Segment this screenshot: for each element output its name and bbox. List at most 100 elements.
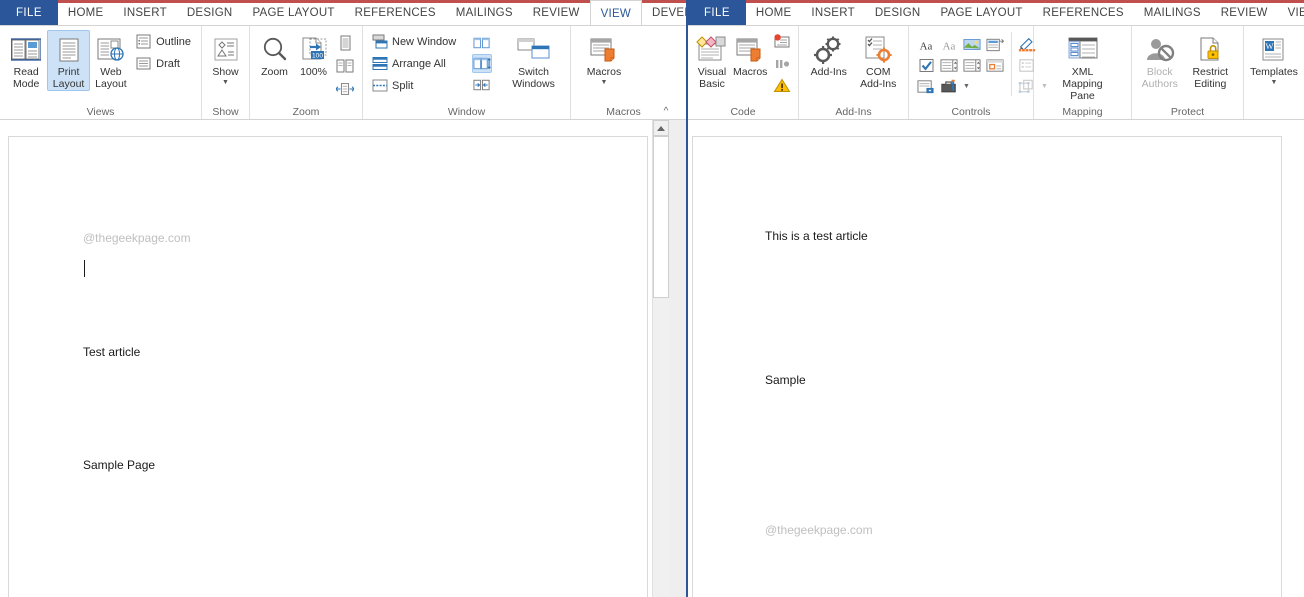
macros-button[interactable]: Macros bbox=[731, 30, 769, 79]
combo-box-content-control-icon[interactable] bbox=[939, 56, 959, 75]
tab-insert[interactable]: INSERT bbox=[113, 0, 176, 25]
legacy-tools-icon[interactable] bbox=[939, 77, 959, 96]
pause-recording-icon[interactable] bbox=[772, 54, 792, 73]
group-label-mapping: Mapping bbox=[1062, 106, 1103, 118]
web-layout-button[interactable]: Web Layout bbox=[90, 30, 132, 91]
tab-page-layout[interactable]: PAGE LAYOUT bbox=[930, 0, 1032, 25]
rich-text-content-control-icon[interactable]: Aa bbox=[916, 35, 936, 54]
show-button[interactable]: Show ▼ bbox=[207, 30, 244, 87]
reset-window-position-icon[interactable] bbox=[472, 75, 492, 94]
split-icon bbox=[371, 77, 388, 94]
new-window-button[interactable]: New Window bbox=[368, 31, 470, 52]
draft-label: Draft bbox=[156, 57, 180, 70]
outline-button[interactable]: Outline bbox=[132, 31, 196, 52]
add-ins-button[interactable]: Add-Ins bbox=[804, 30, 854, 79]
macros-button[interactable]: Macros ▼ bbox=[576, 30, 632, 87]
scroll-up-arrow-icon bbox=[657, 125, 665, 131]
ribbon-group-templates: W Templates ▼ bbox=[1244, 26, 1304, 119]
tab-file[interactable]: FILE bbox=[688, 0, 746, 25]
document-area-left: @thegeekpage.com Test article Sample Pag… bbox=[0, 120, 686, 597]
tab-developer[interactable]: DEVELOPER bbox=[642, 0, 686, 25]
repeating-section-content-control-icon[interactable] bbox=[916, 77, 936, 96]
com-add-ins-button[interactable]: COM Add-Ins bbox=[854, 30, 904, 91]
tab-review[interactable]: REVIEW bbox=[523, 0, 590, 25]
tab-review[interactable]: REVIEW bbox=[1211, 0, 1278, 25]
chevron-down-icon[interactable]: ▼ bbox=[1271, 79, 1278, 86]
tab-insert[interactable]: INSERT bbox=[801, 0, 864, 25]
word-window-right: FILE HOME INSERT DESIGN PAGE LAYOUT REFE… bbox=[686, 0, 1304, 597]
group-label-zoom: Zoom bbox=[292, 106, 320, 118]
zoom-100-icon: 100 bbox=[298, 34, 330, 66]
one-page-icon[interactable] bbox=[335, 33, 355, 52]
record-macro-icon[interactable] bbox=[772, 32, 792, 51]
zoom-100-button[interactable]: 100 100% bbox=[294, 30, 333, 79]
visual-basic-label: Visual Basic bbox=[697, 66, 727, 90]
tab-home[interactable]: HOME bbox=[746, 0, 802, 25]
group-label-show: Show bbox=[212, 106, 239, 118]
restrict-editing-button[interactable]: Restrict Editing bbox=[1183, 30, 1238, 91]
switch-windows-button[interactable]: Switch Windows ▼ bbox=[502, 30, 565, 91]
chevron-down-icon[interactable]: ▼ bbox=[601, 79, 608, 86]
document-canvas-left[interactable]: @thegeekpage.com Test article Sample Pag… bbox=[0, 120, 652, 597]
tab-file[interactable]: FILE bbox=[0, 0, 58, 25]
tab-home[interactable]: HOME bbox=[58, 0, 114, 25]
document-canvas-right[interactable]: This is a test article Sample @thegeekpa… bbox=[688, 120, 1304, 597]
vertical-scrollbar-left[interactable] bbox=[652, 120, 669, 597]
show-icon bbox=[211, 34, 241, 66]
zoom-button[interactable]: Zoom bbox=[255, 30, 294, 79]
view-side-by-side-icon[interactable] bbox=[472, 33, 492, 52]
arrange-all-button[interactable]: Arrange All bbox=[368, 53, 470, 74]
print-layout-button[interactable]: Print Layout bbox=[47, 30, 90, 91]
macros-icon bbox=[588, 34, 620, 66]
svg-text:100: 100 bbox=[311, 52, 322, 59]
scrollbar-track-left[interactable] bbox=[653, 136, 669, 597]
scrollbar-thumb-left[interactable] bbox=[653, 136, 669, 298]
visual-basic-button[interactable]: Visual Basic bbox=[693, 30, 731, 91]
tab-view[interactable]: VIEW bbox=[1278, 0, 1304, 25]
picture-content-control-icon[interactable] bbox=[962, 35, 982, 54]
group-label-protect: Protect bbox=[1170, 106, 1205, 118]
controls-row-1: Aa Aa bbox=[916, 35, 1005, 54]
arrange-all-label: Arrange All bbox=[392, 57, 446, 70]
tab-mailings[interactable]: MAILINGS bbox=[1134, 0, 1211, 25]
synchronous-scrolling-icon[interactable] bbox=[472, 54, 493, 73]
templates-icon: W bbox=[1259, 34, 1289, 66]
xml-mapping-pane-button[interactable]: XML Mapping Pane bbox=[1051, 30, 1115, 103]
block-authors-button[interactable]: Block Authors ▼ bbox=[1137, 30, 1183, 91]
templates-button[interactable]: W Templates ▼ bbox=[1248, 30, 1300, 87]
page-width-icon[interactable] bbox=[335, 79, 355, 98]
tab-mailings[interactable]: MAILINGS bbox=[446, 0, 523, 25]
new-window-icon bbox=[371, 33, 388, 50]
restrict-editing-icon bbox=[1195, 34, 1225, 66]
tab-references[interactable]: REFERENCES bbox=[345, 0, 446, 25]
xml-mapping-pane-icon bbox=[1066, 34, 1100, 66]
group-label-window: Window bbox=[447, 106, 486, 118]
scroll-up-button-left[interactable] bbox=[653, 120, 669, 136]
plain-text-content-control-icon[interactable]: Aa bbox=[939, 35, 959, 54]
tab-view[interactable]: VIEW bbox=[589, 0, 643, 25]
tab-design[interactable]: DESIGN bbox=[177, 0, 243, 25]
chevron-down-icon[interactable]: ▼ bbox=[222, 79, 229, 86]
multiple-pages-icon[interactable] bbox=[335, 56, 355, 75]
macro-security-icon[interactable] bbox=[772, 76, 792, 95]
window-small-buttons: New Window Arrange All Split bbox=[368, 30, 470, 96]
chevron-down-icon[interactable]: ▼ bbox=[962, 83, 970, 90]
drop-down-list-content-control-icon[interactable] bbox=[962, 56, 982, 75]
ribbon-group-code: Visual Basic Macros Code bbox=[688, 26, 799, 119]
watermark-text-left: @thegeekpage.com bbox=[83, 231, 191, 245]
building-block-gallery-icon[interactable] bbox=[985, 35, 1005, 54]
tab-references[interactable]: REFERENCES bbox=[1033, 0, 1134, 25]
document-page-right: This is a test article Sample @thegeekpa… bbox=[692, 136, 1282, 597]
code-icon-column bbox=[769, 30, 795, 95]
word-window-left: FILE HOME INSERT DESIGN PAGE LAYOUT REFE… bbox=[0, 0, 686, 597]
collapse-ribbon-icon[interactable]: ^ bbox=[659, 105, 673, 118]
date-picker-content-control-icon[interactable] bbox=[985, 56, 1005, 75]
print-layout-label: Print Layout bbox=[52, 66, 85, 90]
tab-design[interactable]: DESIGN bbox=[865, 0, 931, 25]
split-button[interactable]: Split bbox=[368, 75, 470, 96]
tab-page-layout[interactable]: PAGE LAYOUT bbox=[242, 0, 344, 25]
ribbon-group-macros: Macros ▼ Macros ^ bbox=[571, 26, 676, 119]
read-mode-button[interactable]: Read Mode bbox=[5, 30, 47, 91]
draft-button[interactable]: Draft bbox=[132, 53, 196, 74]
check-box-content-control-icon[interactable] bbox=[916, 56, 936, 75]
